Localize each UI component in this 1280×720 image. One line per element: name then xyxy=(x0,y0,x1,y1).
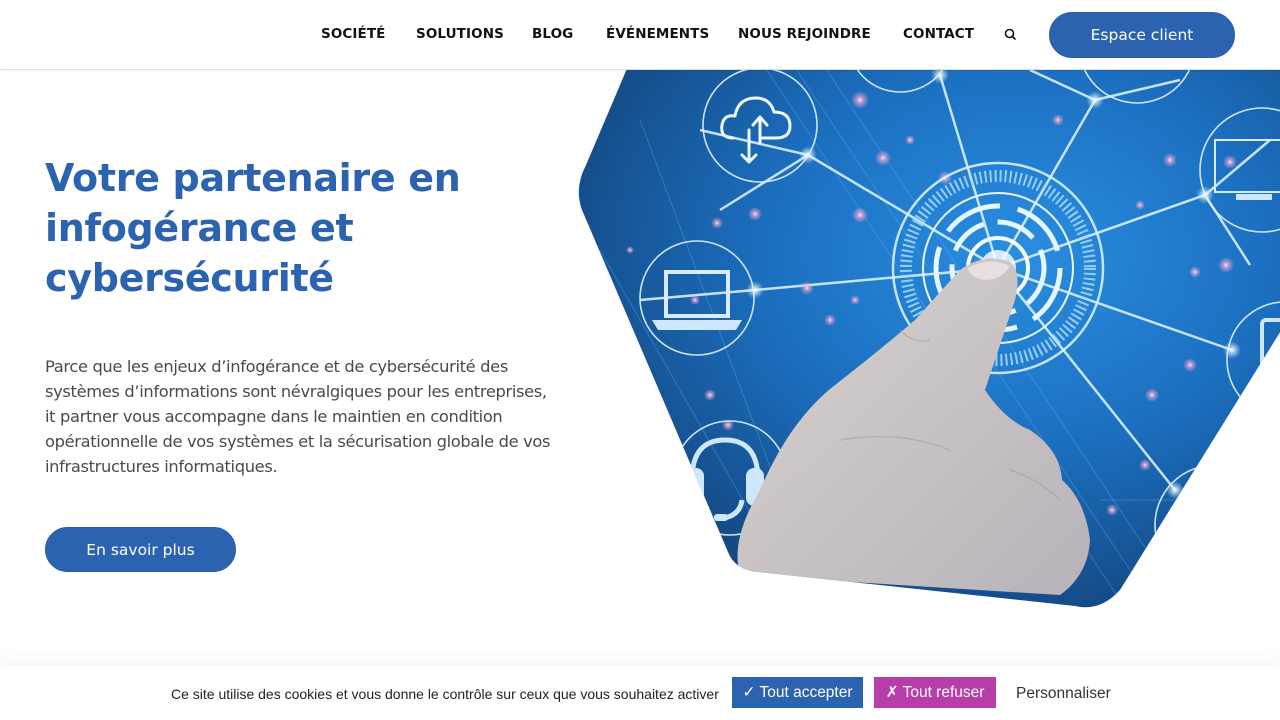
main-nav: SOCIÉTÉ SOLUTIONS BLOG ÉVÉNEMENTS NOUS R… xyxy=(0,0,1280,70)
hero-title-line: infogérance et xyxy=(45,206,354,250)
nav-item-blog[interactable]: BLOG xyxy=(532,26,573,44)
nav-item-evenements[interactable]: ÉVÉNEMENTS xyxy=(606,26,709,44)
cookie-banner: Ce site utilise des cookies et vous donn… xyxy=(0,667,1280,720)
hero-description-line: Parce que les enjeux d’infogérance et de… xyxy=(45,357,508,376)
hero-description-line: it partner vous accompagne dans le maint… xyxy=(45,407,503,426)
hero-description-line: systèmes d’informations sont névralgique… xyxy=(45,382,547,401)
hero-title-line: cybersécurité xyxy=(45,256,334,300)
nav-item-solutions[interactable]: SOLUTIONS xyxy=(416,26,504,44)
site-header: SOCIÉTÉ SOLUTIONS BLOG ÉVÉNEMENTS NOUS R… xyxy=(0,0,1280,70)
search-button[interactable] xyxy=(1003,27,1019,43)
hero-title-line: Votre partenaire en xyxy=(45,156,461,200)
customize-cookies-link[interactable]: Personnaliser xyxy=(1016,685,1111,703)
nav-item-nous-rejoindre[interactable]: NOUS REJOINDRE xyxy=(738,26,871,44)
hero-description-line: opérationnelle de vos systèmes et la séc… xyxy=(45,432,551,451)
search-icon xyxy=(1004,28,1016,40)
en-savoir-plus-button[interactable]: En savoir plus xyxy=(45,527,236,572)
nav-item-contact[interactable]: CONTACT xyxy=(903,26,974,44)
hero-description-line: infrastructures informatiques. xyxy=(45,457,278,476)
hero-title: Votre partenaire en infogérance et cyber… xyxy=(45,153,515,303)
nav-item-societe[interactable]: SOCIÉTÉ xyxy=(321,26,385,44)
accept-all-cookies-button[interactable]: ✓ Tout accepter xyxy=(732,677,863,708)
hero-description: Parce que les enjeux d’infogérance et de… xyxy=(45,354,625,479)
cookie-message: Ce site utilise des cookies et vous donn… xyxy=(171,686,719,702)
refuse-all-cookies-button[interactable]: ✗ Tout refuser xyxy=(874,677,996,708)
espace-client-button[interactable]: Espace client xyxy=(1049,12,1235,58)
